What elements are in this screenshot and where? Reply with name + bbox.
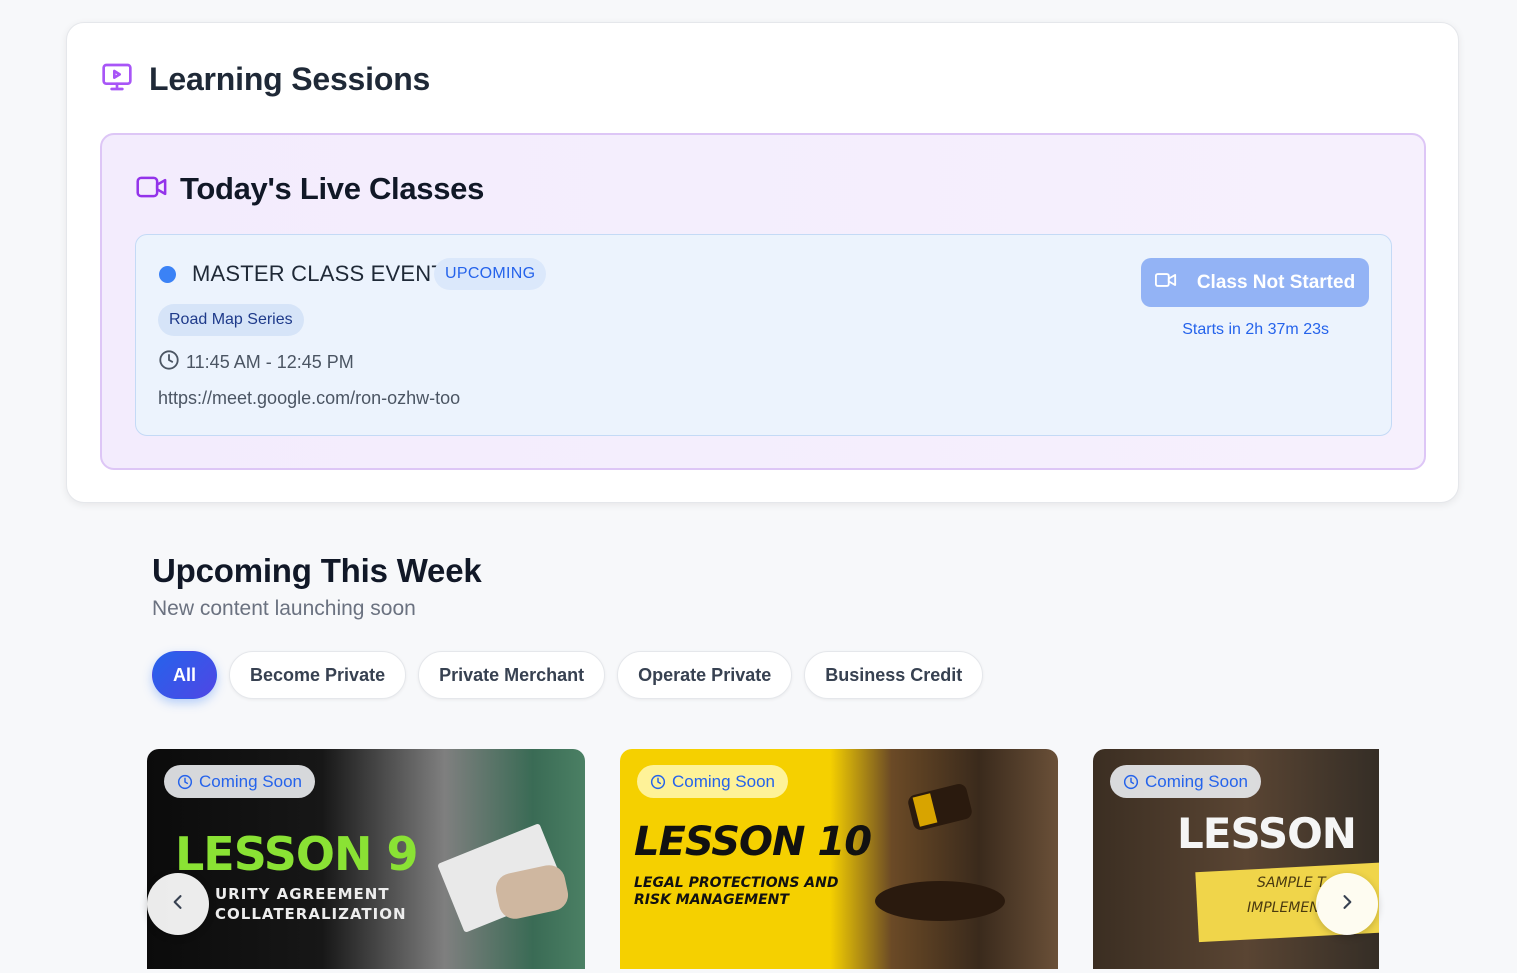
learning-sessions-card: Learning Sessions Today's Live Classes M… [66,22,1459,503]
lesson-card[interactable]: Coming Soon LESSON 9 URITY AGREEMENT COL… [147,749,585,969]
live-classes-header: Today's Live Classes [136,171,484,207]
lesson-subtitle-line: COLLATERALIZATION [215,905,407,923]
coming-soon-badge: Coming Soon [164,765,316,798]
video-camera-icon [1154,272,1197,294]
class-title: MASTER CLASS EVENT [192,261,445,286]
lesson-carousel: Coming Soon LESSON 9 URITY AGREEMENT COL… [147,749,1379,969]
monitor-play-icon [101,61,149,98]
learning-sessions-header: Learning Sessions [101,61,430,98]
class-time: 11:45 AM - 12:45 PM [186,352,354,372]
status-badge: UPCOMING [434,258,547,290]
series-badge: Road Map Series [158,304,304,336]
upcoming-subtitle: New content launching soon [152,597,416,620]
chevron-left-icon [168,892,188,917]
status-dot [159,266,176,283]
countdown-text: Starts in 2h 37m 23s [1182,321,1329,338]
filter-business-credit[interactable]: Business Credit [804,651,984,699]
filter-operate-private[interactable]: Operate Private [617,651,793,699]
live-classes-title: Today's Live Classes [180,171,485,206]
lesson-subtitle-line: IMPLEMEN [1247,900,1320,916]
live-classes-panel: Today's Live Classes MASTER CLASS EVENT … [100,133,1426,470]
meeting-link[interactable]: https://meet.google.com/ron-ozhw-too [158,388,460,409]
coming-soon-badge: Coming Soon [1110,765,1262,798]
lesson-subtitle-line: URITY AGREEMENT [215,885,390,903]
class-not-started-button[interactable]: Class Not Started [1141,258,1369,307]
lesson-title: LESSON 9 [175,827,419,881]
lesson-title: LESSON 10 [634,819,872,865]
filter-become-private[interactable]: Become Private [229,651,407,699]
chevron-right-icon [1337,892,1357,917]
button-label: Class Not Started [1196,271,1356,293]
lesson-subtitle-line: LEGAL PROTECTIONS AND [634,875,839,891]
category-filters: All Become Private Private Merchant Oper… [152,651,995,699]
class-time-row: 11:45 AM - 12:45 PM [158,349,354,376]
coming-soon-badge: Coming Soon [637,765,789,798]
live-class-card: MASTER CLASS EVENT UPCOMING Road Map Ser… [135,234,1392,436]
lesson-card[interactable]: Coming Soon LESSON SAMPLE T IMPLEMEN [1093,749,1379,969]
filter-private-merchant[interactable]: Private Merchant [418,651,606,699]
lesson-title: LESSON [1177,809,1357,858]
lesson-card[interactable]: Coming Soon LESSON 10 LEGAL PROTECTIONS … [620,749,1058,969]
video-camera-icon [136,174,180,205]
lesson-subtitle-line: SAMPLE T [1257,875,1326,891]
badge-label: Coming Soon [1145,771,1249,791]
lesson-subtitle-line: RISK MANAGEMENT [634,892,789,908]
badge-label: Coming Soon [199,771,303,791]
learning-sessions-title: Learning Sessions [149,61,431,97]
clock-icon [158,349,186,376]
upcoming-title: Upcoming This Week [152,552,482,589]
carousel-prev-button[interactable] [147,873,209,935]
filter-all[interactable]: All [152,651,218,699]
badge-label: Coming Soon [672,771,776,791]
carousel-next-button[interactable] [1316,873,1378,935]
